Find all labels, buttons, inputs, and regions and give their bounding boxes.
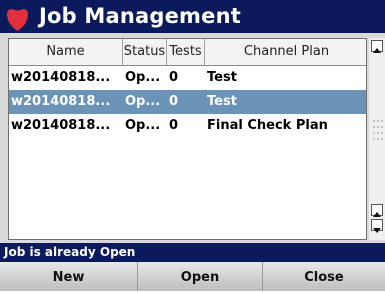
title-bar: Job Management [0,0,385,33]
table-header: Name Status Tests Channel Plan [9,39,366,66]
cell-channel-plan: Test [207,94,237,109]
new-button[interactable]: New [0,262,138,291]
shield-logo-icon [7,9,28,31]
cell-status: Op... [125,118,161,133]
column-header-tests[interactable]: Tests [167,39,205,65]
column-header-name[interactable]: Name [9,39,123,65]
close-button[interactable]: Close [263,262,385,291]
table-row[interactable]: w20140818... Op... 0 Final Check Plan [9,114,366,138]
cell-status: Op... [125,70,161,85]
table-row[interactable]: w20140818... Op... 0 Test [9,66,366,90]
cell-status: Op... [125,94,161,109]
scroll-up-button[interactable] [371,40,383,53]
vertical-scrollbar[interactable] [369,38,385,240]
table-row-selected[interactable]: w20140818... Op... 0 Test [9,90,366,114]
cell-channel-plan: Test [207,70,237,85]
cell-tests: 0 [169,118,179,133]
cell-channel-plan: Final Check Plan [207,118,328,133]
cell-tests: 0 [169,94,179,109]
scroll-down-button[interactable] [371,219,383,233]
status-message: Job is already Open [0,243,385,262]
cell-name: w20140818... [11,94,111,109]
jobs-table[interactable]: Name Status Tests Channel Plan w20140818… [8,38,367,240]
cell-name: w20140818... [11,118,111,133]
button-bar: New Open Close [0,262,385,291]
cell-name: w20140818... [11,70,111,85]
scroll-up-lower-button[interactable] [371,204,383,217]
arrow-down-icon [373,228,381,233]
cell-tests: 0 [169,70,179,85]
column-header-channel-plan[interactable]: Channel Plan [205,39,366,65]
column-header-status[interactable]: Status [123,39,167,65]
open-button[interactable]: Open [138,262,263,291]
scroll-grip-icon[interactable] [371,118,383,158]
page-title: Job Management [39,4,241,28]
arrow-up-icon [373,48,381,53]
